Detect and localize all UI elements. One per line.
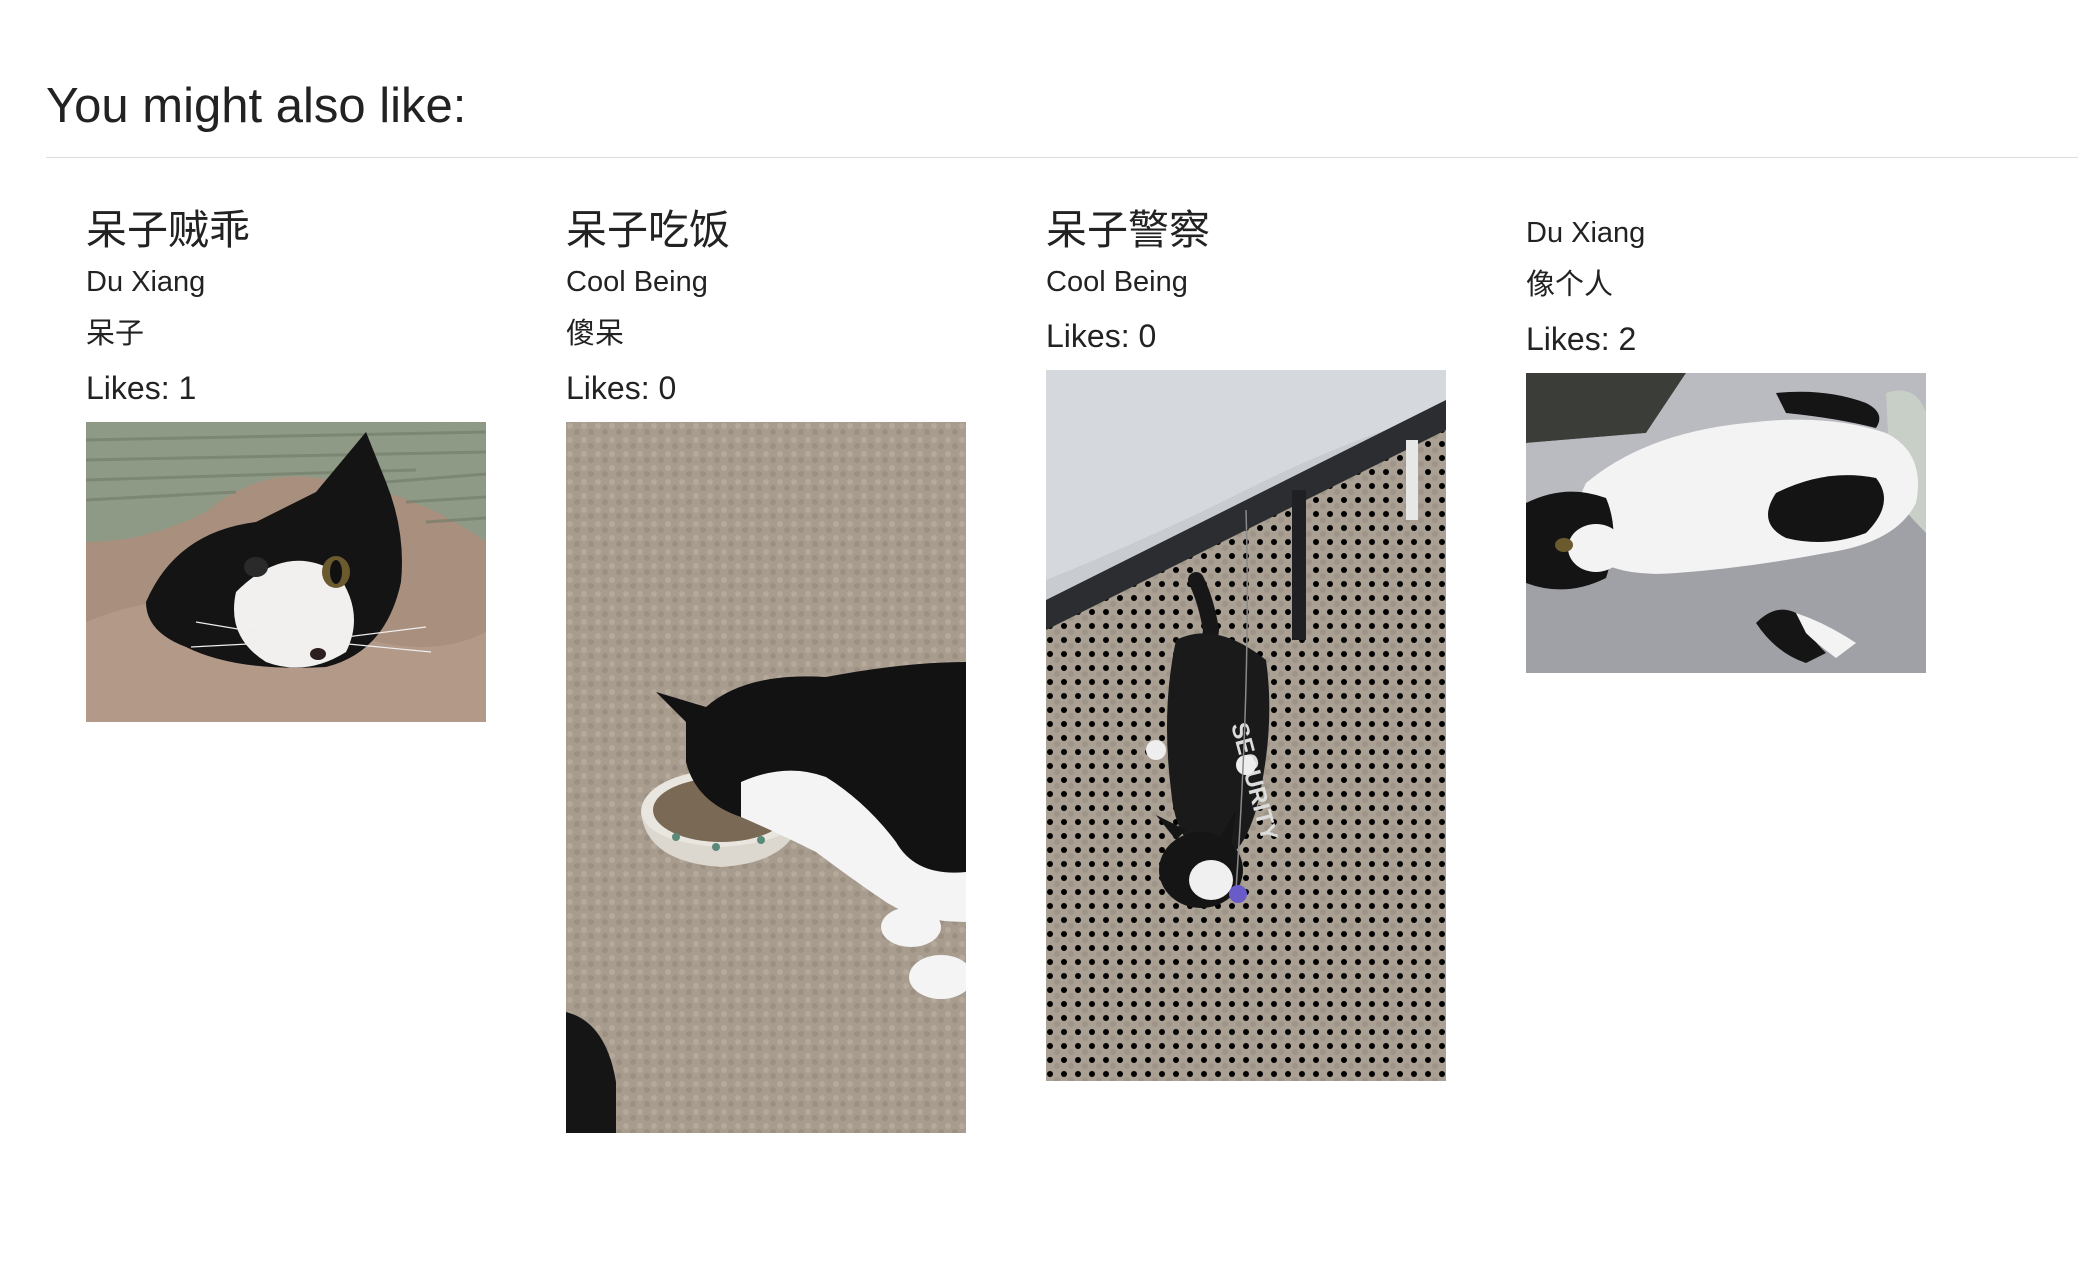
post-card: 呆子贼乖 Du Xiang 呆子 Likes: 1 — [86, 206, 486, 722]
post-title: 呆子警察 — [1046, 207, 1210, 253]
cat-in-security-shirt-photo[interactable]: SECURITY — [1046, 370, 1446, 1081]
post-subject: 像个人 — [1526, 269, 1614, 301]
likes-count: Likes: 0 — [566, 370, 677, 406]
post-author: Du Xiang — [1526, 217, 1646, 249]
likes-count: Likes: 1 — [86, 370, 197, 406]
post-title: 呆子贼乖 — [86, 207, 250, 253]
post-author: Cool Being — [566, 266, 708, 298]
post-card: 呆子警察 Cool Being Likes: 0 SECURITY — [1046, 206, 1446, 1081]
post-subject: 呆子 — [86, 318, 145, 350]
cat-lying-on-bed-photo[interactable] — [1526, 373, 1926, 673]
cat-under-blanket-photo[interactable] — [86, 422, 486, 722]
section-divider — [46, 157, 2078, 158]
likes-count: Likes: 0 — [1046, 318, 1157, 354]
section-title: You might also like: — [46, 79, 467, 133]
cat-eating-from-bowl-photo[interactable] — [566, 422, 966, 1133]
likes-count: Likes: 2 — [1526, 321, 1637, 357]
post-title: 呆子吃饭 — [566, 207, 730, 253]
post-subject: 傻呆 — [566, 318, 625, 350]
post-author: Du Xiang — [86, 266, 206, 298]
post-card: Du Xiang 像个人 Likes: 2 — [1526, 215, 1926, 673]
post-author: Cool Being — [1046, 266, 1188, 298]
post-card: 呆子吃饭 Cool Being 傻呆 Likes: 0 — [566, 206, 966, 1133]
